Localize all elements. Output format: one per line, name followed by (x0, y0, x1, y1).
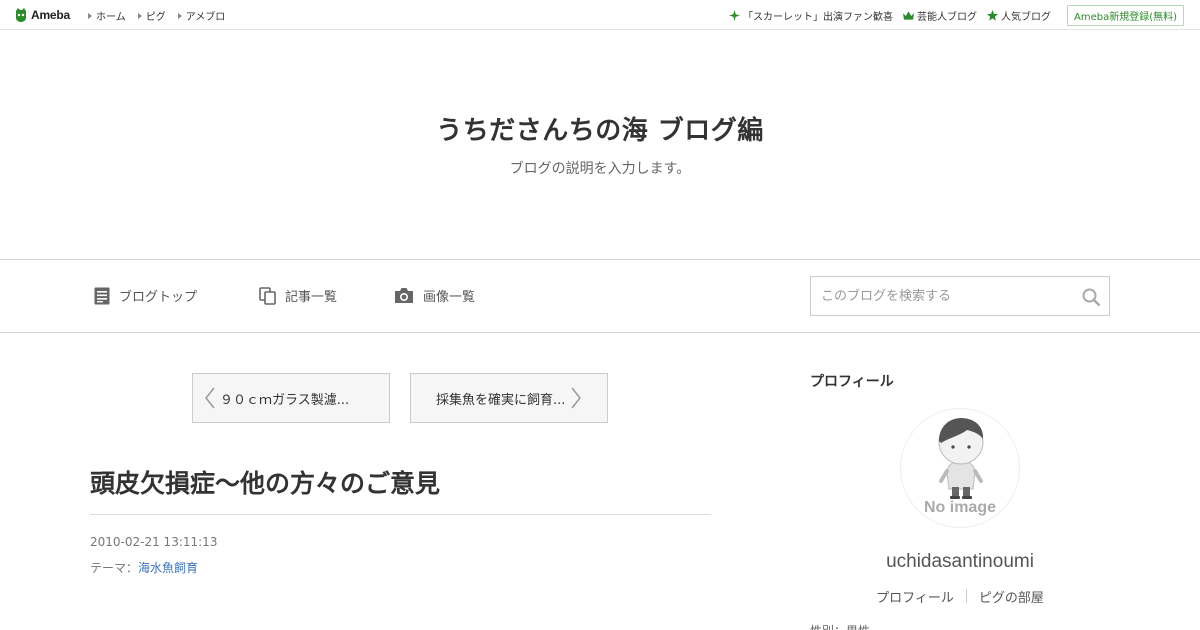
entry-theme-prefix: テーマ： (90, 561, 139, 575)
camera-icon (395, 288, 413, 303)
profile-link[interactable]: プロフィール (864, 587, 966, 606)
search-icon[interactable] (1082, 288, 1100, 306)
global-header: Ameba ホーム ピグ アメブロ 「スカーレット」出演ファン歓喜 芸能人ブログ (0, 0, 1200, 30)
divider (90, 514, 711, 515)
global-nav-label: アメブロ (185, 12, 226, 23)
blog-description: ブログの説明を入力します。 (509, 161, 691, 177)
global-nav-home[interactable]: ホーム (88, 8, 126, 23)
pigg-room-link[interactable]: ピグの部屋 (967, 587, 1056, 606)
avatar-placeholder-text: No image (923, 499, 996, 516)
arrow-right-icon (177, 12, 182, 19)
crown-icon (902, 10, 914, 20)
blog-search (810, 276, 1110, 316)
header-link-label: 「スカーレット」出演ファン歓喜 (742, 12, 893, 23)
ameba-logo-icon (16, 8, 26, 22)
header-link-label: 芸能人ブログ (916, 12, 977, 23)
arrow-right-icon (137, 12, 142, 19)
profile-gender: 性別：男性 (810, 622, 870, 630)
copy-icon (259, 286, 276, 305)
header-link-trending[interactable]: 「スカーレット」出演ファン歓喜 (728, 8, 893, 23)
star-icon (986, 10, 998, 21)
arrow-right-icon (88, 12, 92, 19)
chevron-left-icon (205, 387, 215, 409)
entry-date: 2010-02-21 13:11:13 (90, 535, 218, 549)
next-entry-button[interactable]: 採集魚を確実に飼育... (410, 373, 608, 423)
profile-links: プロフィール ピグの部屋 (810, 587, 1110, 606)
global-nav-label: ピグ (145, 12, 166, 23)
header-link-celebrity-blogs[interactable]: 芸能人ブログ (902, 8, 977, 23)
entry-theme: テーマ：海水魚飼育 (90, 559, 198, 576)
nav-label: ブログトップ (119, 290, 198, 305)
global-nav: ホーム ピグ アメブロ (88, 8, 237, 23)
entry-title[interactable]: 頭皮欠損症～他の方々のご意見 (90, 464, 440, 500)
nav-image-list[interactable]: 画像一覧 (394, 286, 475, 305)
blog-title[interactable]: うちださんちの海 ブログ編 (0, 110, 1200, 147)
nav-blog-top[interactable]: ブログトップ (94, 286, 197, 305)
blog-nav: ブログトップ 記事一覧 画像一覧 (0, 259, 1200, 333)
sidebar-heading-profile: プロフィール (810, 374, 894, 390)
header-links: 「スカーレット」出演ファン歓喜 芸能人ブログ 人気ブログ Ameba新規登録(無… (728, 5, 1184, 26)
sparkle-icon (728, 10, 740, 21)
ameba-logo-text: Ameba (31, 8, 71, 22)
next-entry-title: 採集魚を確実に飼育... (436, 392, 566, 408)
search-input[interactable] (811, 277, 1071, 315)
ameba-logo[interactable]: Ameba (14, 6, 70, 24)
prev-entry-button[interactable]: ９０ｃｍガラス製濾... (192, 373, 390, 423)
header-link-label: 人気ブログ (1000, 12, 1051, 23)
entry-theme-link[interactable]: 海水魚飼育 (138, 561, 198, 575)
profile-username[interactable]: uchidasantinoumi (810, 551, 1110, 573)
prev-entry-title: ９０ｃｍガラス製濾... (220, 392, 350, 408)
global-nav-pigg[interactable]: ピグ (137, 8, 166, 23)
nav-label: 記事一覧 (285, 290, 338, 305)
global-nav-label: ホーム (96, 12, 126, 23)
signup-button[interactable]: Ameba新規登録(無料) (1066, 5, 1184, 26)
chevron-right-icon (571, 387, 582, 409)
global-nav-ameblo[interactable]: アメブロ (177, 8, 226, 23)
nav-entry-list[interactable]: 記事一覧 (259, 286, 337, 305)
header-link-popular-blogs[interactable]: 人気ブログ (986, 8, 1051, 23)
avatar[interactable]: No image (900, 408, 1020, 528)
document-icon (94, 287, 110, 304)
nav-label: 画像一覧 (423, 290, 476, 305)
